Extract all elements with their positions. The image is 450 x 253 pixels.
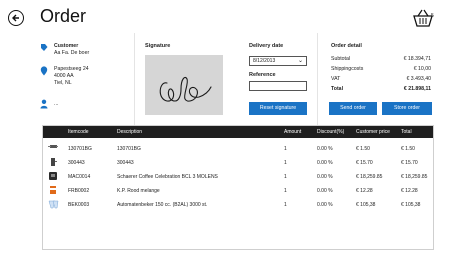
vat-row: VAT € 3.493,40 [331, 76, 431, 82]
cell-discount: 0.00 % [317, 188, 333, 194]
cell-itemcode: MAC0014 [68, 174, 91, 180]
signature-label: Signature [145, 43, 171, 49]
cell-amount: 1 [284, 188, 287, 194]
reference-label: Reference [249, 72, 276, 78]
subtotal-value: € 18.394,71 [403, 56, 431, 62]
address-street: Papestseeg 24 [54, 66, 89, 72]
person-icon [40, 99, 48, 109]
tag-icon [41, 44, 48, 51]
cell-itemcode: BEK0003 [68, 202, 90, 208]
cell-discount: 0.00 % [317, 174, 333, 180]
store-order-button[interactable]: Store order [382, 102, 432, 115]
cell-itemcode: 130701BG [68, 146, 92, 152]
contact-info: ... [40, 99, 58, 109]
customer-name: Aa Fa. De boer [54, 50, 90, 56]
cell-total: € 15.70 [401, 160, 418, 166]
col-amount[interactable]: Amount [284, 129, 301, 135]
cart-count-badge: 5 [431, 13, 434, 19]
arrow-left-icon [12, 14, 19, 22]
cell-itemcode: FRB0002 [68, 188, 90, 194]
location-pin-icon [40, 66, 48, 76]
order-detail-panel: Order detail Subtotal € 18.394,71 Shippi… [318, 33, 434, 129]
chevron-down-icon: ⌄ [297, 58, 303, 64]
col-description[interactable]: Description [117, 129, 142, 135]
cell-total: € 12.28 [401, 188, 418, 194]
back-button[interactable] [8, 10, 24, 26]
product-thumbnail [48, 145, 58, 148]
address-postcode: 4000 AA [54, 73, 74, 79]
cell-discount: 0.00 % [317, 160, 333, 166]
customer-panel: Customer Aa Fa. De boer Papestseeg 24 40… [34, 33, 134, 129]
total-row: Total € 21.898,11 [331, 86, 431, 92]
col-customer-price[interactable]: Customer price [356, 129, 390, 135]
product-thumbnail [50, 186, 56, 194]
product-thumbnail [49, 172, 57, 180]
product-thumbnail [51, 158, 57, 166]
cell-itemcode: 300443 [68, 160, 85, 166]
cell-price: € 12.28 [356, 188, 373, 194]
shipping-label: Shippingcosts [331, 66, 364, 72]
total-label: Total [331, 86, 344, 92]
signature-stroke [159, 76, 212, 102]
cell-description: Schaerer Coffee Celebration BCL 3 MOLENS [117, 174, 218, 180]
cell-amount: 1 [284, 202, 287, 208]
address-info: Papestseeg 24 4000 AA Tiel, NL [40, 66, 89, 87]
reference-input[interactable] [249, 81, 307, 91]
cell-price: € 15.70 [356, 160, 373, 166]
order-items-table: Itemcode Description Amount Discount(%) … [42, 125, 434, 250]
cell-amount: 1 [284, 160, 287, 166]
cell-total: € 105,38 [401, 202, 421, 208]
col-itemcode[interactable]: Itemcode [68, 129, 89, 135]
cell-total: € 18,259.85 [401, 174, 428, 180]
page-title: Order [40, 6, 87, 26]
cell-price: € 18,259.85 [356, 174, 383, 180]
delivery-date-select[interactable]: 8/12/2013 ⌄ [249, 56, 307, 66]
customer-label: Customer [54, 43, 79, 49]
reset-signature-button[interactable]: Reset signature [249, 102, 307, 115]
order-detail-title: Order detail [331, 43, 362, 49]
product-thumbnail [48, 200, 59, 209]
table-header: Itemcode Description Amount Discount(%) … [43, 126, 433, 138]
cell-price: € 1.50 [356, 146, 370, 152]
signature-canvas[interactable] [145, 55, 223, 115]
cell-amount: 1 [284, 174, 287, 180]
cell-description: 130701BG [117, 146, 141, 152]
cell-description: 300443 [117, 160, 134, 166]
cell-amount: 1 [284, 146, 287, 152]
delivery-date-label: Delivery date [249, 43, 284, 49]
vat-label: VAT [331, 76, 341, 82]
contact-person: ... [54, 101, 59, 107]
cell-description: Automatenbeker 150 cc. (B2AL) 3000 st. [117, 202, 208, 208]
send-order-button[interactable]: Send order [329, 102, 377, 115]
total-value: € 21.898,11 [403, 86, 431, 92]
table-row[interactable]: 300443 300443 1 0.00 % € 15.70 € 15.70 [43, 155, 433, 169]
table-row[interactable]: BEK0003 Automatenbeker 150 cc. (B2AL) 30… [43, 197, 433, 211]
customer-info: Customer Aa Fa. De boer [40, 43, 89, 57]
cell-description: K.P. Rood melange [117, 188, 160, 194]
shipping-row: Shippingcosts € 10,00 [331, 66, 431, 72]
table-row[interactable]: MAC0014 Schaerer Coffee Celebration BCL … [43, 169, 433, 183]
table-row[interactable]: 130701BG 130701BG 1 0.00 % € 1.50 € 1.50 [43, 141, 433, 155]
cell-price: € 105,38 [356, 202, 376, 208]
vat-value: € 3.493,40 [406, 76, 431, 82]
cell-total: € 1.50 [401, 146, 415, 152]
signature-panel: Signature Delivery date 8/12/2013 ⌄ Refe… [134, 33, 318, 129]
cell-discount: 0.00 % [317, 202, 333, 208]
address-city: Tiel, NL [54, 80, 72, 86]
subtotal-row: Subtotal € 18.394,71 [331, 56, 431, 62]
subtotal-label: Subtotal [331, 56, 351, 62]
col-total[interactable]: Total [401, 129, 412, 135]
delivery-date-value: 8/12/2013 [253, 58, 276, 64]
cell-discount: 0.00 % [317, 146, 333, 152]
shipping-value: € 10,00 [413, 66, 431, 72]
col-discount[interactable]: Discount(%) [317, 129, 344, 135]
table-row[interactable]: FRB0002 K.P. Rood melange 1 0.00 % € 12.… [43, 183, 433, 197]
